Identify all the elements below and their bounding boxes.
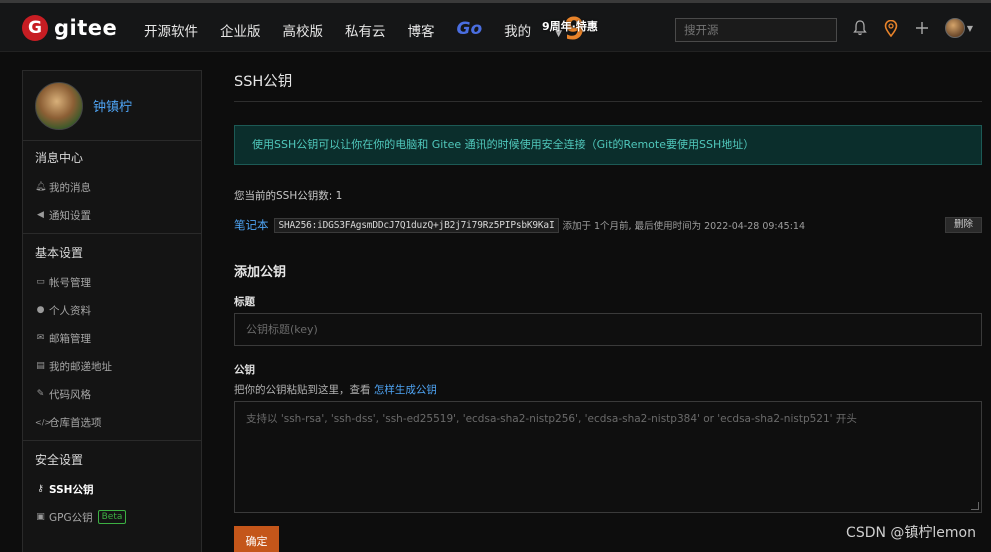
sidebar-item-label: 代码风格 [49, 388, 91, 401]
magic-wand-icon: ✎ [36, 389, 45, 399]
page-title: SSH公钥 [234, 70, 982, 102]
sidebar-item-email[interactable]: ✉ 邮箱管理 [23, 324, 201, 352]
ssh-keys-panel: SSH公钥 使用SSH公钥可以让你在你的电脑和 Gitee 通讯的时候使用安全连… [234, 70, 982, 552]
sidebar-item-code-style[interactable]: ✎ 代码风格 [23, 380, 201, 408]
delete-key-button[interactable]: 删除 [944, 217, 982, 233]
bell-icon: 🔔︎ [35, 182, 47, 192]
resize-handle-icon[interactable] [971, 502, 979, 510]
ssh-key-name[interactable]: 笔记本 [234, 217, 269, 233]
beta-badge: Beta [97, 510, 127, 524]
sidebar-item-label: 通知设置 [49, 209, 91, 222]
sidebar-item-label: 邮箱管理 [49, 332, 91, 345]
ssh-key-meta: 添加于 1个月前, 最后使用时间为 2022-04-28 09:45:14 [562, 221, 806, 232]
divider [23, 440, 201, 441]
bell-icon[interactable] [850, 17, 870, 39]
speaker-icon: ◀ [37, 210, 44, 220]
public-key-placeholder: 支持以 'ssh-rsa', 'ssh-dss', 'ssh-ed25519',… [246, 413, 857, 425]
nav-open-source[interactable]: 开源软件 [144, 20, 198, 40]
sidebar-item-profile[interactable]: ● 个人资料 [23, 296, 201, 324]
anniversary-promo-banner[interactable]: 9 9周年·特惠 [542, 15, 608, 45]
main-nav: 开源软件 企业版 高校版 私有云 博客 Go 我的 ▼ [144, 19, 606, 41]
chevron-down-icon: ▼ [966, 23, 974, 33]
sidebar-item-label: 我的邮递地址 [49, 360, 112, 373]
nav-enterprise[interactable]: 企业版 [220, 20, 261, 40]
settings-sidebar: 钟镇柠 消息中心 🔔︎ 我的消息 ◀ 通知设置 基本设置 ▭ 帐号管理 ● 个人资料 ✉… [22, 70, 202, 552]
add-key-heading: 添加公钥 [234, 265, 287, 280]
id-card-icon: ▭ [36, 277, 45, 287]
how-to-generate-key-link[interactable]: 怎样生成公钥 [374, 384, 437, 396]
sidebar-item-ssh-keys[interactable]: ⚷ SSH公钥 [23, 475, 201, 503]
gitee-logo-icon: G [22, 15, 48, 41]
sidebar-item-my-messages[interactable]: 🔔︎ 我的消息 [23, 173, 201, 201]
address-book-icon: ▤ [36, 361, 45, 371]
top-navbar: G gitee 开源软件 企业版 高校版 私有云 博客 Go 我的 ▼ 9 9周年… [0, 0, 991, 52]
divider [23, 233, 201, 234]
gitee-logo[interactable]: G gitee [22, 15, 117, 41]
sidebar-item-label: GPG公钥 [49, 511, 93, 524]
sidebar-item-label: 帐号管理 [49, 276, 91, 289]
header-actions: ▼ [850, 17, 986, 39]
promo-label: 9周年·特惠 [542, 20, 598, 33]
key-icon: ⚷ [37, 484, 44, 494]
confirm-button[interactable]: 确定 [234, 526, 279, 552]
csdn-watermark: CSDN @镇柠lemon [846, 525, 976, 541]
plus-icon[interactable] [912, 17, 932, 39]
nav-private-cloud[interactable]: 私有云 [345, 20, 386, 40]
nav-blog[interactable]: 博客 [408, 20, 435, 40]
nav-go[interactable]: Go [457, 19, 483, 39]
section-title-basic: 基本设置 [35, 246, 84, 260]
sidebar-item-label: 个人资料 [49, 304, 91, 317]
mail-icon: ✉ [36, 333, 45, 343]
search-input[interactable] [675, 18, 837, 42]
code-icon: </> [35, 417, 52, 427]
nav-my-label: 我的 [504, 24, 532, 40]
user-icon: ● [36, 305, 45, 315]
ssh-info-banner: 使用SSH公钥可以让你在你的电脑和 Gitee 通讯的时候使用安全连接（Git的… [234, 125, 982, 165]
key-field-label: 公钥 [234, 364, 255, 376]
avatar[interactable] [35, 81, 83, 130]
section-title-messages: 消息中心 [35, 151, 84, 165]
title-field-label: 标题 [234, 296, 255, 308]
sidebar-item-account[interactable]: ▭ 帐号管理 [23, 268, 201, 296]
ssh-key-row: 笔记本 SHA256:iDGS3FAgsmDDcJ7Q1duzQ+jB2j7i7… [234, 217, 982, 233]
nav-education[interactable]: 高校版 [283, 20, 324, 40]
sidebar-item-label: 我的消息 [49, 181, 91, 194]
user-avatar-menu[interactable]: ▼ [943, 17, 975, 39]
profile-name[interactable]: 钟镇柠 [93, 96, 132, 115]
avatar [944, 18, 965, 38]
key-title-input[interactable]: 公钥标题(key) [234, 313, 982, 346]
key-help-text: 把你的公钥粘贴到这里，查看 怎样生成公钥 [234, 382, 982, 397]
lock-icon: ▣ [36, 512, 45, 522]
key-help-label: 把你的公钥粘贴到这里，查看 [234, 384, 374, 396]
ssh-key-count: 您当前的SSH公钥数: 1 [234, 190, 343, 202]
sidebar-profile: 钟镇柠 [23, 71, 201, 141]
sidebar-item-label: 仓库首选项 [49, 416, 102, 429]
sidebar-item-gpg-keys[interactable]: ▣ GPG公钥 Beta [23, 503, 201, 531]
public-key-textarea[interactable]: 支持以 'ssh-rsa', 'ssh-dss', 'ssh-ed25519',… [234, 401, 982, 513]
location-pin-icon[interactable] [881, 17, 901, 39]
ssh-key-fingerprint: SHA256:iDGS3FAgsmDDcJ7Q1duzQ+jB2j7i79Rz5… [273, 217, 560, 233]
sidebar-item-repo-preferences[interactable]: </> 仓库首选项 [23, 408, 201, 436]
sidebar-item-notification-settings[interactable]: ◀ 通知设置 [23, 201, 201, 229]
sidebar-item-address[interactable]: ▤ 我的邮递地址 [23, 352, 201, 380]
gitee-logo-text: gitee [54, 16, 118, 40]
sidebar-item-label: SSH公钥 [49, 483, 94, 496]
section-title-security: 安全设置 [35, 453, 84, 467]
